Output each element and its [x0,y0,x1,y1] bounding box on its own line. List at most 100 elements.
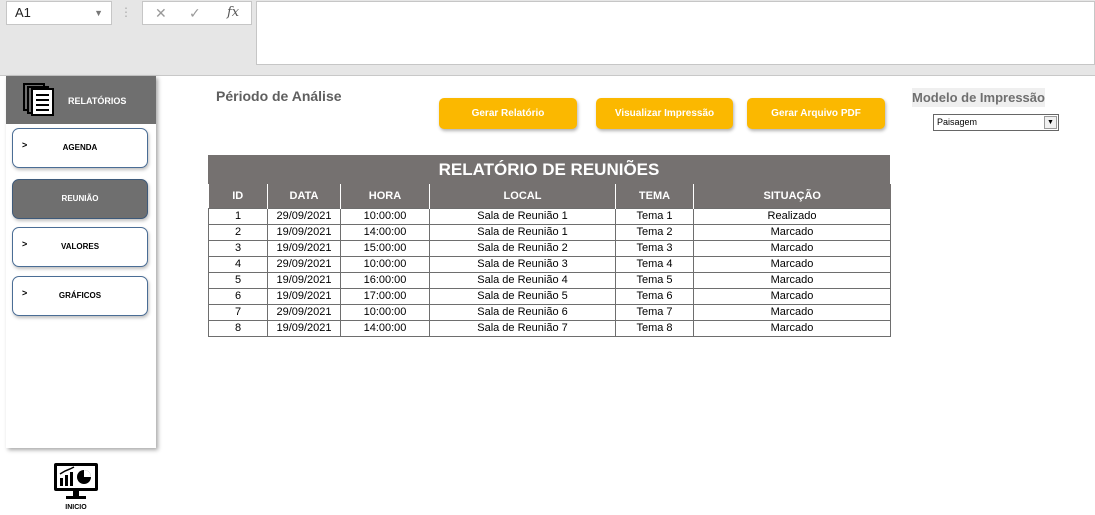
column-header-tema: TEMA [615,184,694,208]
column-header-hora: HORA [340,184,430,208]
chevron-down-icon[interactable]: ▼ [1044,116,1057,129]
chevron-down-icon[interactable]: ▼ [94,8,103,18]
table-cell[interactable]: 29/09/2021 [267,255,341,273]
more-options-icon: ⋮ [120,5,132,19]
formula-bar: A1 ▼ ⋮ ✕ ✓ fx [0,0,1095,76]
generate-pdf-button[interactable]: Gerar Arquivo PDF [747,98,885,129]
sidebar-item-graficos[interactable]: > GRÁFICOS [12,276,148,316]
table-cell[interactable]: Sala de Reunião 1 [429,223,616,241]
table-cell[interactable]: Tema 2 [615,223,694,241]
sidebar-item-agenda[interactable]: > AGENDA [12,128,148,168]
table-cell[interactable]: 6 [208,287,268,305]
formula-controls: ✕ ✓ fx [142,1,252,25]
table-cell[interactable]: 10:00:00 [340,255,430,273]
sidebar: RELATÓRIOS > AGENDA REUNIÃO > VALORES > … [6,76,156,448]
report-table-container: RELATÓRIO DE REUNIÕES ID DATA HORA LOCAL… [208,155,891,337]
periodo-label: Périodo de Análise [216,88,342,104]
table-cell[interactable]: Tema 6 [615,287,694,305]
sidebar-header-label: RELATÓRIOS [68,96,127,106]
table-cell[interactable]: Marcado [693,223,891,241]
table-cell[interactable]: 10:00:00 [340,303,430,321]
table-cell[interactable]: 19/09/2021 [267,223,341,241]
column-header-situacao: SITUAÇÃO [693,184,891,208]
table-cell[interactable]: 1 [208,207,268,225]
table-cell[interactable]: Sala de Reunião 3 [429,255,616,273]
table-cell[interactable]: Marcado [693,319,891,337]
table-row: 5 19/09/2021 16:00:00 Sala de Reunião 4 Tema… [208,271,891,289]
table-cell[interactable]: Realizado [693,207,891,225]
print-model-select[interactable]: Paisagem ▼ [933,114,1059,131]
column-header-local: LOCAL [429,184,616,208]
function-icon[interactable]: fx [227,5,239,20]
print-model-value: Paisagem [937,117,978,127]
table-row: 1 29/09/2021 10:00:00 Sala de Reunião 1 Tema… [208,207,891,225]
cancel-icon[interactable]: ✕ [155,5,167,22]
table-cell[interactable]: 14:00:00 [340,319,430,337]
name-box-value: A1 [15,5,31,20]
sidebar-item-label: AGENDA [62,143,98,152]
sidebar-item-reuniao[interactable]: REUNIÃO [12,179,148,219]
table-cell[interactable]: 29/09/2021 [267,207,341,225]
table-cell[interactable]: 19/09/2021 [267,239,341,257]
table-cell[interactable]: Marcado [693,239,891,257]
sidebar-item-valores[interactable]: > VALORES [12,227,148,267]
table-cell[interactable]: 14:00:00 [340,223,430,241]
table-row: 2 19/09/2021 14:00:00 Sala de Reunião 1 Tema… [208,223,891,241]
report-table-body: 1 29/09/2021 10:00:00 Sala de Reunião 1 Tema… [208,207,891,337]
name-box[interactable]: A1 ▼ [6,1,112,25]
sidebar-item-label: GRÁFICOS [58,291,102,300]
table-cell[interactable]: Tema 5 [615,271,694,289]
documents-icon [23,83,54,116]
sidebar-header[interactable]: RELATÓRIOS [6,76,156,124]
table-cell[interactable]: Tema 1 [615,207,694,225]
table-cell[interactable]: Sala de Reunião 1 [429,207,616,225]
table-cell[interactable]: 5 [208,271,268,289]
table-cell[interactable]: 19/09/2021 [267,319,341,337]
table-row: 4 29/09/2021 10:00:00 Sala de Reunião 3 Tema… [208,255,891,273]
sidebar-item-label: REUNIÃO [61,194,99,203]
sidebar-item-label: VALORES [60,242,100,251]
print-model-title: Modelo de Impressão [912,88,1045,107]
table-cell[interactable]: 16:00:00 [340,271,430,289]
table-cell[interactable]: Sala de Reunião 4 [429,271,616,289]
table-row: 3 19/09/2021 15:00:00 Sala de Reunião 2 Tema… [208,239,891,257]
table-cell[interactable]: 19/09/2021 [267,287,341,305]
formula-input[interactable] [256,1,1095,65]
table-cell[interactable]: 7 [208,303,268,321]
table-cell[interactable]: 8 [208,319,268,337]
generate-report-button[interactable]: Gerar Relatório [439,98,577,129]
table-cell[interactable]: Sala de Reunião 6 [429,303,616,321]
home-button[interactable]: INICIO [52,461,100,515]
report-table: ID DATA HORA LOCAL TEMA SITUAÇÃO 1 29/09/… [208,184,891,337]
table-cell[interactable]: Marcado [693,303,891,321]
table-cell[interactable]: 29/09/2021 [267,303,341,321]
print-preview-button[interactable]: Visualizar Impressão [596,98,733,129]
table-cell[interactable]: 3 [208,239,268,257]
table-cell[interactable]: 15:00:00 [340,239,430,257]
table-cell[interactable]: 17:00:00 [340,287,430,305]
table-cell[interactable]: Marcado [693,271,891,289]
table-cell[interactable]: Tema 3 [615,239,694,257]
dashboard-monitor-icon [54,463,98,499]
check-icon[interactable]: ✓ [189,5,201,22]
table-cell[interactable]: 10:00:00 [340,207,430,225]
table-cell[interactable]: 4 [208,255,268,273]
home-label: INICIO [65,504,87,511]
table-cell[interactable]: Marcado [693,287,891,305]
column-header-data: DATA [267,184,341,208]
report-title: RELATÓRIO DE REUNIÕES [208,155,890,184]
table-cell[interactable]: Sala de Reunião 5 [429,287,616,305]
table-cell[interactable]: 19/09/2021 [267,271,341,289]
table-cell[interactable]: Sala de Reunião 2 [429,239,616,257]
table-cell[interactable]: Tema 7 [615,303,694,321]
table-cell[interactable]: 2 [208,223,268,241]
table-cell[interactable]: Tema 4 [615,255,694,273]
table-row: 7 29/09/2021 10:00:00 Sala de Reunião 6 Tema… [208,303,891,321]
table-row: 6 19/09/2021 17:00:00 Sala de Reunião 5 Tema… [208,287,891,305]
table-header-row: ID DATA HORA LOCAL TEMA SITUAÇÃO [208,184,891,208]
column-header-id: ID [208,184,268,208]
table-row: 8 19/09/2021 14:00:00 Sala de Reunião 7 Tema… [208,319,891,337]
table-cell[interactable]: Marcado [693,255,891,273]
table-cell[interactable]: Tema 8 [615,319,694,337]
table-cell[interactable]: Sala de Reunião 7 [429,319,616,337]
